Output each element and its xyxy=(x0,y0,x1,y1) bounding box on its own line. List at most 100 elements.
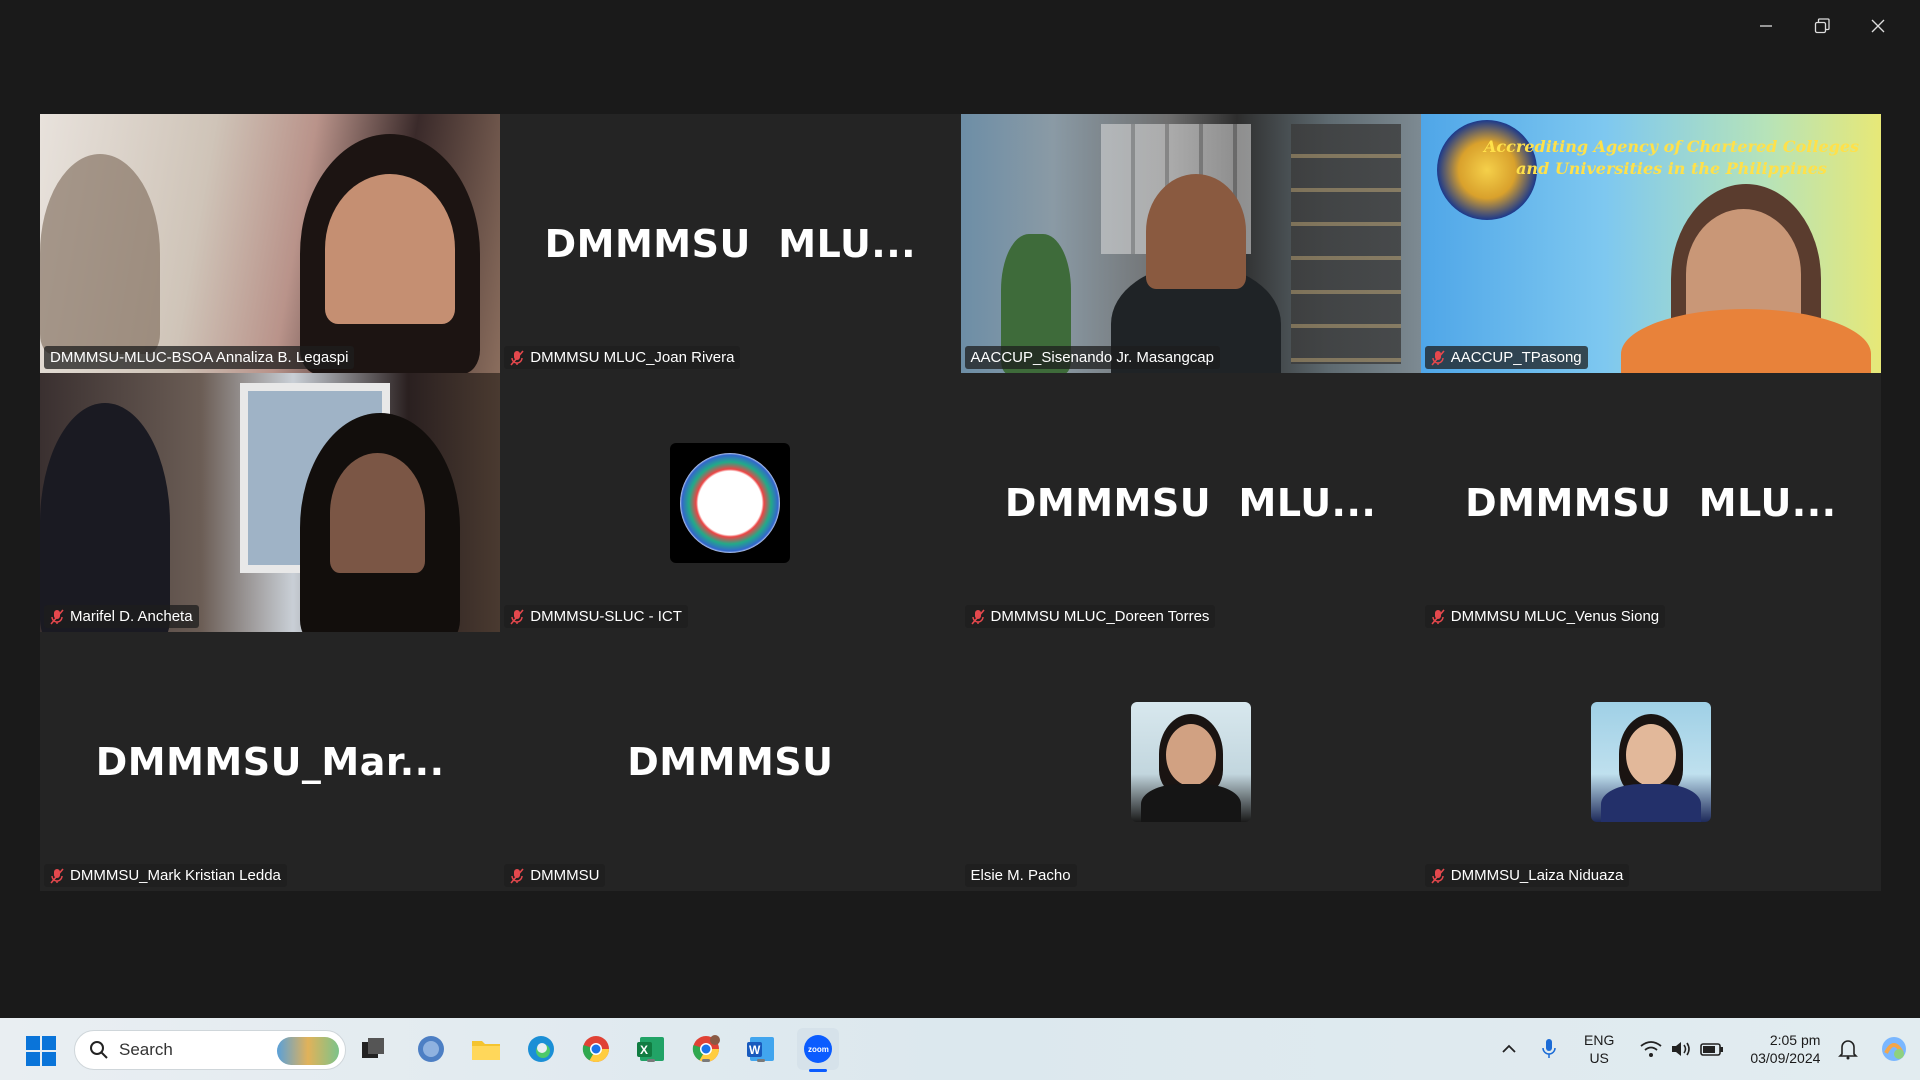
restore-button[interactable] xyxy=(1794,10,1850,42)
participant-name: DMMMSU-MLUC-BSOA Annaliza B. Legaspi xyxy=(50,349,349,366)
participant-name: DMMMSU_Mark Kristian Ledda xyxy=(70,867,281,884)
taskbar-search[interactable]: Search xyxy=(74,1030,346,1070)
windows-logo-icon xyxy=(42,1036,56,1050)
participant-tile[interactable]: Elsie M. Pacho xyxy=(960,632,1421,891)
task-view-button[interactable] xyxy=(356,1032,390,1066)
running-indicator xyxy=(757,1059,765,1062)
participant-name-tag: Elsie M. Pacho xyxy=(964,864,1077,887)
mic-muted-icon xyxy=(970,608,985,625)
participant-name: DMMMSU_Laiza Niduaza xyxy=(1450,867,1624,884)
mic-muted-icon xyxy=(510,349,524,366)
participant-tile[interactable]: DMMMSU-SLUC - ICT xyxy=(500,373,961,632)
participant-tile[interactable]: DMMMSU_Mar... DMMMSU_Mark Kristian Ledda xyxy=(40,632,501,891)
participant-tile[interactable]: DMMMSU DMMMSU xyxy=(500,632,961,891)
avatar-face xyxy=(1625,723,1676,786)
mic-muted-icon xyxy=(50,608,64,625)
search-highlight-icon xyxy=(277,1037,339,1065)
participant-name: DMMMSU xyxy=(530,867,600,884)
input-language-indicator[interactable]: ENG US xyxy=(1584,1031,1614,1067)
chrome-icon xyxy=(582,1036,610,1063)
bookshelf xyxy=(1290,124,1401,364)
windows-logo-icon xyxy=(42,1052,56,1066)
participant-name: DMMMSU MLUC_Doreen Torres xyxy=(990,608,1210,625)
participant-tile[interactable]: DMMMSU MLU... DMMMSU MLUC_Doreen Torres xyxy=(960,373,1421,632)
folder-icon xyxy=(472,1041,500,1060)
participant-display-name: DMMMSU xyxy=(627,739,834,784)
speaker-icon[interactable] xyxy=(1670,1040,1692,1058)
participant-name-tag: DMMMSU xyxy=(504,864,606,887)
avatar-body xyxy=(1140,783,1241,822)
person-face xyxy=(330,453,425,573)
excel-button[interactable]: X xyxy=(634,1032,668,1066)
participant-tile[interactable]: DMMMSU MLU... DMMMSU MLUC_Joan Rivera xyxy=(500,114,961,373)
profile-photo-avatar xyxy=(1130,701,1251,822)
region-label: US xyxy=(1589,1050,1609,1066)
participant-video xyxy=(40,373,501,632)
participant-name-tag: DMMMSU_Mark Kristian Ledda xyxy=(44,864,287,887)
participant-name-tag: DMMMSU_Laiza Niduaza xyxy=(1424,864,1630,887)
clock[interactable]: 2:05 pm 03/09/2024 xyxy=(1750,1031,1820,1067)
file-explorer-button[interactable] xyxy=(469,1032,503,1066)
participant-tile[interactable]: Marifel D. Ancheta xyxy=(40,373,501,632)
word-button[interactable]: W xyxy=(744,1032,778,1066)
chrome-profile-button[interactable] xyxy=(689,1032,723,1066)
person-body xyxy=(1620,309,1871,373)
participant-name-tag: AACCUP_Sisenando Jr. Masangcap xyxy=(964,346,1220,369)
person-silhouette xyxy=(40,154,160,354)
participant-tile[interactable]: DMMMSU MLU... DMMMSU MLUC_Venus Siong xyxy=(1420,373,1881,632)
participant-name: Elsie M. Pacho xyxy=(970,867,1071,884)
virtual-background-banner: Accrediting Agency of Chartered Colleges… xyxy=(1484,136,1859,180)
participant-tile[interactable]: DMMMSU-MLUC-BSOA Annaliza B. Legaspi xyxy=(40,114,501,373)
notification-bell-icon[interactable] xyxy=(1838,1038,1859,1060)
zoom-icon: zoom xyxy=(804,1035,832,1063)
participant-display-name: DMMMSU_Mar... xyxy=(95,739,445,784)
active-indicator xyxy=(809,1069,827,1072)
participant-name-tag: DMMMSU-SLUC - ICT xyxy=(504,605,688,628)
participant-name: AACCUP_Sisenando Jr. Masangcap xyxy=(970,349,1214,366)
participant-tile[interactable]: Accrediting Agency of Chartered Colleges… xyxy=(1420,114,1881,373)
university-seal-icon xyxy=(680,452,781,553)
search-placeholder: Search xyxy=(119,1040,173,1059)
start-button[interactable] xyxy=(26,1036,56,1066)
mic-muted-icon xyxy=(510,608,524,625)
participant-name: AACCUP_TPasong xyxy=(1450,349,1582,366)
participant-display-name: DMMMSU MLU... xyxy=(1465,480,1837,525)
participant-name-tag: Marifel D. Ancheta xyxy=(44,605,199,628)
wifi-icon[interactable] xyxy=(1640,1040,1662,1058)
person-face xyxy=(325,174,455,324)
person-face xyxy=(1145,174,1246,289)
task-view-icon xyxy=(362,1038,384,1058)
battery-icon[interactable] xyxy=(1700,1041,1724,1057)
svg-text:zoom: zoom xyxy=(808,1045,829,1054)
edge-button[interactable] xyxy=(524,1032,558,1066)
avatar-face xyxy=(1165,723,1216,786)
minimize-icon xyxy=(1760,25,1772,27)
chrome-button[interactable] xyxy=(579,1032,613,1066)
time-label: 2:05 pm xyxy=(1769,1032,1821,1048)
participant-name: DMMMSU MLUC_Venus Siong xyxy=(1450,608,1660,625)
svg-text:X: X xyxy=(640,1043,648,1057)
close-button[interactable] xyxy=(1850,10,1906,42)
minimize-button[interactable] xyxy=(1738,10,1794,42)
banner-line: and Universities in the Philippines xyxy=(1516,159,1827,178)
microphone-icon[interactable] xyxy=(1540,1038,1558,1060)
participant-video: Accrediting Agency of Chartered Colleges… xyxy=(1420,114,1881,373)
gallery-view: DMMMSU-MLUC-BSOA Annaliza B. Legaspi DMM… xyxy=(40,114,1881,891)
widgets-button[interactable] xyxy=(414,1032,448,1066)
participant-name: DMMMSU MLUC_Joan Rivera xyxy=(530,349,735,366)
copilot-icon[interactable] xyxy=(1880,1035,1908,1063)
svg-text:W: W xyxy=(749,1043,761,1057)
participant-display-name: DMMMSU MLU... xyxy=(1004,480,1377,525)
close-icon xyxy=(1871,19,1885,33)
date-label: 03/09/2024 xyxy=(1750,1050,1821,1066)
zoom-button[interactable]: zoom xyxy=(797,1028,839,1072)
participant-tile[interactable]: DMMMSU_Laiza Niduaza xyxy=(1420,632,1881,891)
globe-icon xyxy=(418,1036,444,1062)
restore-icon xyxy=(1814,18,1830,34)
taskbar: Search X W zoom ENG US 2:05 pm 03/09/202… xyxy=(0,1018,1920,1080)
participant-tile-active-speaker[interactable]: AACCUP_Sisenando Jr. Masangcap xyxy=(960,114,1421,373)
language-label: ENG xyxy=(1584,1032,1615,1048)
windows-logo-icon xyxy=(26,1036,40,1050)
edge-icon xyxy=(528,1036,554,1062)
chevron-up-icon[interactable] xyxy=(1500,1040,1518,1058)
